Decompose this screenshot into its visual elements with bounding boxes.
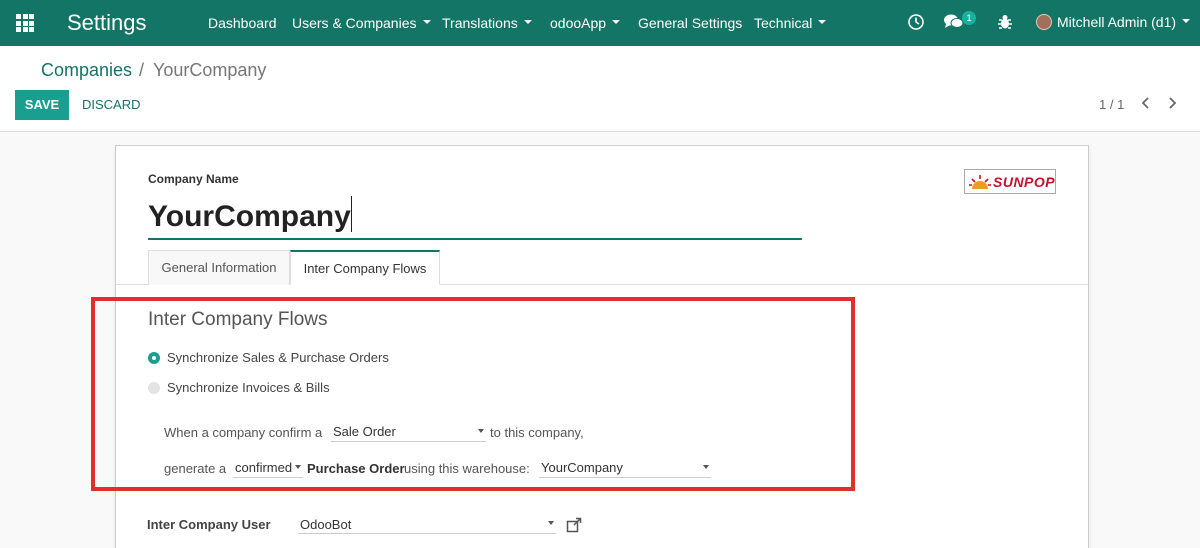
- select-arrow-icon: [548, 521, 554, 525]
- breadcrumb-separator: /: [139, 60, 145, 80]
- menu-dashboard[interactable]: Dashboard: [208, 15, 277, 31]
- top-navbar: Settings Dashboard Users & Companies Tra…: [0, 0, 1200, 46]
- form-sheet: Company Name YourCompany SUNPOP General …: [115, 145, 1089, 548]
- message-count-badge: 1: [962, 11, 976, 25]
- breadcrumb-current: YourCompany: [153, 60, 267, 80]
- clock-icon[interactable]: [907, 13, 925, 36]
- sentence2-document: Purchase Order: [307, 461, 405, 476]
- save-button[interactable]: SAVE: [15, 90, 69, 120]
- app-title[interactable]: Settings: [67, 10, 147, 36]
- control-panel: Companies / YourCompany SAVE DISCARD 1 /…: [0, 46, 1200, 132]
- warehouse-select[interactable]: YourCompany: [539, 458, 711, 478]
- text-cursor: [350, 196, 352, 232]
- caret-down-icon: [818, 20, 827, 25]
- caret-down-icon: [523, 20, 532, 25]
- caret-down-icon: [612, 20, 621, 25]
- company-name-label: Company Name: [148, 172, 239, 186]
- pager-next-icon[interactable]: [1166, 96, 1178, 115]
- menu-odooapp[interactable]: odooApp: [550, 15, 621, 31]
- section-title: Inter Company Flows: [148, 309, 328, 330]
- sentence1-suffix: to this company,: [490, 425, 584, 440]
- caret-down-icon: [1182, 19, 1191, 24]
- apps-grid-icon[interactable]: [16, 14, 34, 32]
- radio-sync-sales-purchase[interactable]: [148, 352, 160, 364]
- select-arrow-icon: [478, 429, 484, 433]
- avatar: [1036, 14, 1052, 30]
- logo-text: SUNPOP: [993, 174, 1056, 190]
- caret-down-icon: [422, 20, 431, 25]
- pager-previous-icon[interactable]: [1140, 96, 1152, 115]
- inter-company-user-select[interactable]: OdooBot: [298, 514, 556, 534]
- user-menu[interactable]: Mitchell Admin (d1): [1036, 14, 1191, 30]
- menu-general-settings[interactable]: General Settings: [638, 15, 742, 31]
- document-type-select[interactable]: Sale Order: [331, 422, 486, 442]
- radio-label-sync-invoices-bills[interactable]: Synchronize Invoices & Bills: [167, 380, 330, 395]
- bug-icon[interactable]: [996, 13, 1014, 36]
- company-logo[interactable]: SUNPOP: [964, 169, 1056, 194]
- radio-sync-invoices-bills[interactable]: [148, 382, 160, 394]
- menu-users-companies[interactable]: Users & Companies: [292, 15, 431, 31]
- menu-translations[interactable]: Translations: [442, 15, 532, 31]
- select-arrow-icon: [703, 465, 709, 469]
- breadcrumb-companies[interactable]: Companies: [41, 60, 132, 81]
- sun-logo-icon: [969, 175, 991, 189]
- state-select[interactable]: confirmed: [233, 458, 303, 478]
- external-link-icon[interactable]: [566, 517, 582, 538]
- select-arrow-icon: [295, 465, 301, 469]
- pager-value[interactable]: 1 / 1: [1099, 97, 1124, 112]
- tab-inter-company-flows[interactable]: Inter Company Flows: [290, 250, 440, 285]
- tab-general-information[interactable]: General Information: [148, 250, 290, 285]
- sentence2-prefix: generate a: [164, 461, 227, 476]
- discard-button[interactable]: DISCARD: [82, 97, 141, 112]
- company-name-field[interactable]: YourCompany: [148, 196, 802, 240]
- sentence2-middle: using this warehouse:: [404, 461, 530, 476]
- menu-technical[interactable]: Technical: [754, 15, 827, 31]
- inter-company-user-label: Inter Company User: [147, 517, 271, 532]
- radio-label-sync-sales-purchase[interactable]: Synchronize Sales & Purchase Orders: [167, 350, 389, 365]
- sentence1-prefix: When a company confirm a: [164, 425, 323, 440]
